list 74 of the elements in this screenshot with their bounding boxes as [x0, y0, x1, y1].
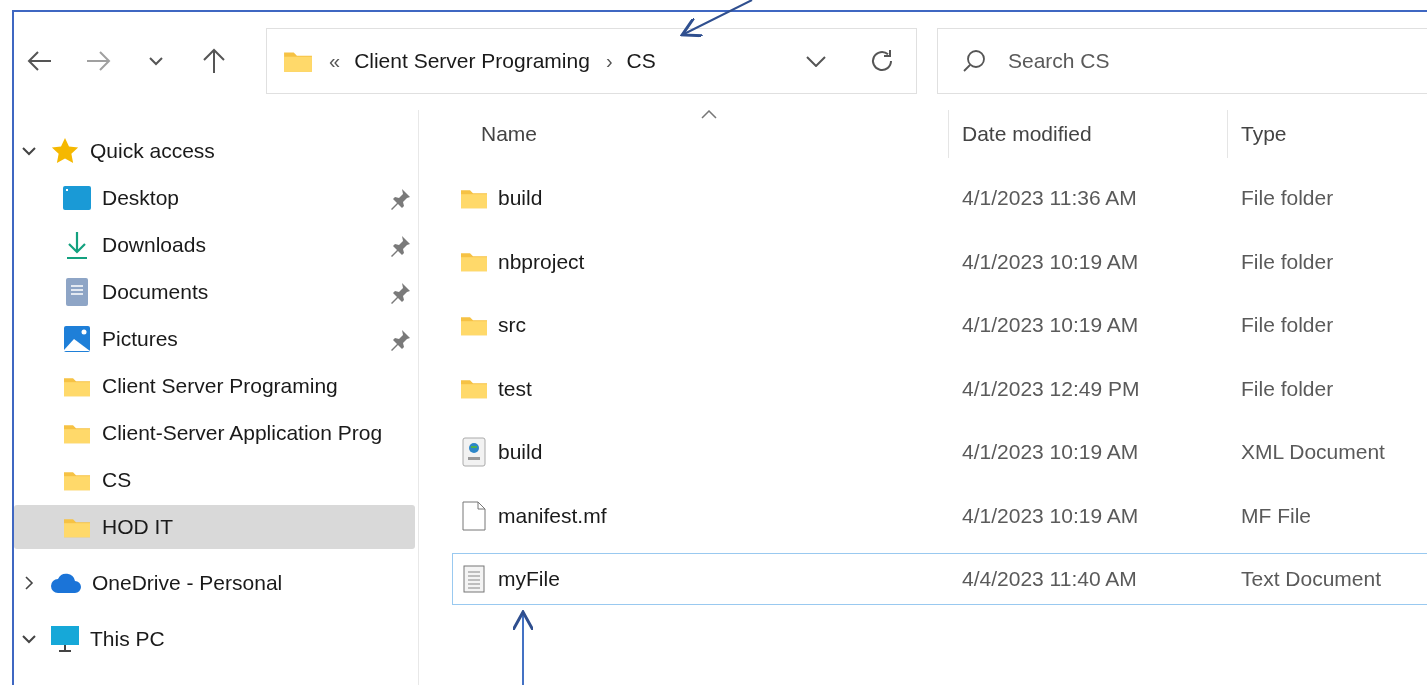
overflow-chevron[interactable]: «	[329, 49, 341, 73]
pin-icon	[389, 282, 411, 304]
star-icon	[50, 136, 80, 166]
sidebar-item[interactable]: Pictures	[14, 317, 415, 361]
file-row[interactable]: manifest.mf 4/1/2023 10:19 AM MF File	[452, 489, 1427, 542]
breadcrumb[interactable]: Client Server Programing	[354, 49, 590, 73]
folder-icon	[283, 49, 313, 73]
chevron-down-icon	[806, 55, 826, 67]
pin-icon	[389, 329, 411, 351]
date-modified: 4/1/2023 10:19 AM	[961, 440, 1140, 464]
sidebar-item[interactable]: Client Server Programing	[14, 364, 415, 408]
address-bar[interactable]: « Client Server Programing › CS	[266, 28, 917, 94]
monitor-icon	[50, 625, 80, 653]
document-icon	[65, 277, 89, 307]
chevron-down-icon[interactable]	[22, 634, 36, 644]
file-row[interactable]: nbproject 4/1/2023 10:19 AM File folder	[452, 235, 1427, 288]
desktop-icon	[62, 185, 92, 211]
file-row[interactable]: test 4/1/2023 12:49 PM File folder	[452, 362, 1427, 415]
date-modified: 4/4/2023 11:40 AM	[961, 567, 1138, 591]
blank-file-icon	[462, 500, 486, 531]
breadcrumb-separator: ›	[605, 49, 613, 73]
file-type: File folder	[1240, 376, 1335, 401]
file-row[interactable]: build 4/1/2023 11:36 AM File folder	[452, 172, 1427, 224]
column-header[interactable]: Date modified	[948, 110, 1227, 158]
picture-icon	[63, 325, 91, 353]
date-modified: 4/1/2023 10:19 AM	[961, 249, 1140, 274]
file-type: File folder	[1240, 249, 1335, 274]
cloud-icon	[50, 572, 82, 594]
chevron-down-icon[interactable]	[22, 146, 36, 156]
sidebar-item[interactable]: Documents	[14, 270, 415, 314]
sidebar-item[interactable]: Desktop	[14, 176, 415, 220]
text-file-icon	[463, 565, 485, 593]
file-name: build	[498, 440, 543, 464]
file-name: src	[498, 313, 526, 337]
file-row[interactable]: src 4/1/2023 10:19 AM File folder	[452, 299, 1427, 351]
file-name: myFile	[498, 567, 560, 591]
pin-icon	[389, 235, 411, 257]
date-modified: 4/1/2023 12:49 PM	[961, 376, 1141, 401]
file-row[interactable]: myFile 4/4/2023 11:40 AM Text Document	[452, 553, 1427, 605]
breadcrumb[interactable]: CS	[626, 49, 656, 73]
file-type: Text Document	[1240, 567, 1383, 591]
sidebar-item[interactable]: CS	[14, 458, 415, 502]
refresh-icon	[869, 48, 895, 74]
file-name: test	[498, 376, 532, 401]
chevron-down-icon	[149, 56, 163, 66]
file-type: XML Document	[1240, 440, 1386, 464]
up-arrow-icon	[202, 48, 226, 74]
folder-icon	[460, 377, 488, 400]
date-modified: 4/1/2023 11:36 AM	[961, 186, 1138, 210]
file-name: nbproject	[498, 249, 585, 274]
sidebar-item[interactable]: Quick access	[14, 129, 415, 173]
file-type: File folder	[1240, 186, 1335, 210]
file-name: build	[498, 186, 543, 210]
folder-icon	[460, 250, 488, 273]
file-row[interactable]: build 4/1/2023 10:19 AM XML Document	[452, 426, 1427, 478]
xml-file-icon	[461, 437, 487, 467]
date-modified: 4/1/2023 10:19 AM	[961, 313, 1140, 337]
forward-arrow-icon	[85, 50, 111, 72]
sidebar-item[interactable]: This PC	[14, 617, 415, 661]
pin-icon	[389, 188, 411, 210]
sidebar-item[interactable]: Downloads	[14, 223, 415, 267]
file-name: manifest.mf	[498, 503, 607, 528]
column-header[interactable]: Type	[1227, 110, 1427, 158]
sidebar-item[interactable]: Client-Server Application Prog	[14, 411, 415, 455]
file-type: File folder	[1240, 313, 1335, 337]
chevron-right-icon[interactable]	[24, 576, 34, 590]
download-icon	[64, 230, 90, 260]
file-type: MF File	[1240, 503, 1312, 528]
sidebar-item[interactable]: HOD IT	[14, 505, 415, 549]
column-header[interactable]: Name	[452, 110, 948, 158]
sidebar-item[interactable]: OneDrive - Personal	[14, 561, 415, 605]
back-arrow-icon	[27, 50, 53, 72]
search-icon	[962, 49, 986, 73]
date-modified: 4/1/2023 10:19 AM	[961, 503, 1140, 528]
